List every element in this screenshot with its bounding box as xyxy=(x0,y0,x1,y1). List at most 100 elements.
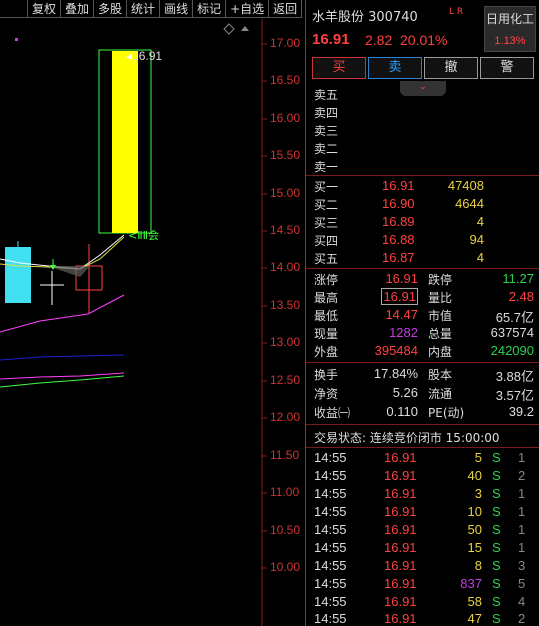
tick-volume: 837 xyxy=(460,576,482,591)
sell-button[interactable]: 卖 xyxy=(368,57,422,79)
stat-value: 2.48 xyxy=(508,289,534,304)
cancel-order-button[interactable]: 撤 xyxy=(424,57,478,79)
tick-time: 14:55 xyxy=(314,504,347,519)
tick-time: 14:55 xyxy=(314,540,347,555)
sector-box[interactable]: 日用化工 1.13% xyxy=(484,6,536,52)
collapse-tab[interactable]: ⌄ xyxy=(400,81,446,96)
ask3-label: 卖三 xyxy=(314,124,339,138)
candle-4[interactable] xyxy=(112,51,138,233)
bid-label: 买四 xyxy=(314,234,339,248)
mark-button[interactable]: 标记 xyxy=(193,0,227,18)
lr-flag: L R xyxy=(449,7,464,17)
last-price: 16.91 xyxy=(312,31,350,48)
statistics-button[interactable]: 统计 xyxy=(127,0,161,18)
stat-label: 现量 xyxy=(314,327,339,341)
candle-1[interactable] xyxy=(5,247,31,303)
kline-svg[interactable] xyxy=(0,19,305,626)
tick-count: 4 xyxy=(518,594,526,609)
stat-label: 涨停 xyxy=(314,273,339,287)
axis-label: 12.00 xyxy=(270,410,301,424)
bid-price: 16.88 xyxy=(382,232,415,247)
tick-count: 2 xyxy=(518,468,526,483)
bid-volume: 4644 xyxy=(455,196,484,211)
bid-volume: 4 xyxy=(476,214,484,229)
draw-line-button[interactable]: 画线 xyxy=(160,0,194,18)
bid-price: 16.89 xyxy=(382,214,415,229)
tick-side: S xyxy=(492,558,501,573)
ask4-label: 卖四 xyxy=(314,106,339,120)
bid-volume: 4 xyxy=(476,250,484,265)
axis-label: 11.50 xyxy=(270,448,300,462)
stat-label: 收益㈠ xyxy=(314,406,351,420)
price-change: 2.82 xyxy=(365,32,393,48)
axis-label: 13.00 xyxy=(270,335,301,349)
high-price-label: ◂16.91 xyxy=(126,49,163,63)
back-button[interactable]: 返回 xyxy=(269,0,303,18)
tick-count: 1 xyxy=(518,540,526,555)
price-change-pct: 20.01% xyxy=(400,32,448,48)
tick-price: 16.91 xyxy=(384,611,417,626)
tick-volume: 15 xyxy=(467,540,482,555)
divider xyxy=(306,362,539,363)
tick-price: 16.91 xyxy=(384,468,417,483)
bid-price: 16.87 xyxy=(382,250,415,265)
chart-annotation: <ⅡⅡ会 xyxy=(128,229,160,242)
axis-label: 13.50 xyxy=(270,298,301,312)
tick-time: 14:55 xyxy=(314,522,347,537)
multi-stock-button[interactable]: 多股 xyxy=(94,0,128,18)
bid-volume: 47408 xyxy=(447,178,484,193)
sector-name: 日用化工 xyxy=(485,12,534,26)
tick-side: S xyxy=(492,468,501,483)
stat-label: PE(动) xyxy=(428,406,465,420)
trade-status: 交易状态: 连续竞价闭市 15:00:00 xyxy=(314,431,500,445)
tick-count: 2 xyxy=(518,611,526,626)
ask5-label: 卖五 xyxy=(314,88,339,102)
kline-chart[interactable]: ◂16.91 <ⅡⅡ会 17.00 16.50 16.00 15.50 15.0… xyxy=(0,19,305,626)
tick-time: 14:55 xyxy=(314,558,347,573)
tick-volume: 47 xyxy=(467,611,482,626)
stat-value: 242090 xyxy=(490,343,534,358)
axis-label: 16.00 xyxy=(270,111,301,125)
tick-time: 14:55 xyxy=(314,486,347,501)
bid-label: 买五 xyxy=(314,252,339,266)
stat-label: 流通 xyxy=(428,387,453,401)
stat-label: 市值 xyxy=(428,309,453,323)
tick-volume: 5 xyxy=(474,450,482,465)
tick-side: S xyxy=(492,504,501,519)
stat-value: 16.91 xyxy=(385,271,418,286)
tick-side: S xyxy=(492,450,501,465)
axis-label: 17.00 xyxy=(270,36,301,50)
bid-label: 买一 xyxy=(314,180,339,194)
marker-dot xyxy=(15,38,18,41)
sector-pct: 1.13% xyxy=(494,35,526,47)
tick-price: 16.91 xyxy=(384,504,417,519)
ask1-label: 卖一 xyxy=(314,160,339,174)
quote-panel: 水羊股份 300740 L R 日用化工 1.13% 16.91 2.82 20… xyxy=(305,0,539,626)
tick-volume: 58 xyxy=(467,594,482,609)
tick-price: 16.91 xyxy=(384,576,417,591)
add-watchlist-button[interactable]: +自选 xyxy=(226,0,270,18)
divider xyxy=(306,175,539,176)
tick-count: 1 xyxy=(518,486,526,501)
tick-time: 14:55 xyxy=(314,450,347,465)
toolbar-blank xyxy=(0,0,28,18)
stat-value: 11.27 xyxy=(502,271,534,286)
stat-value: 14.47 xyxy=(385,307,418,322)
tick-side: S xyxy=(492,540,501,555)
overlay-button[interactable]: 叠加 xyxy=(61,0,95,18)
alert-button[interactable]: 警 xyxy=(480,57,534,79)
restore-rights-button[interactable]: 复权 xyxy=(28,0,62,18)
divider xyxy=(306,268,539,269)
stat-value: 39.2 xyxy=(508,404,534,419)
tick-price: 16.91 xyxy=(384,486,417,501)
scroll-up-icon[interactable] xyxy=(241,26,249,31)
trade-buttons: 买 卖 撤 警 xyxy=(312,57,534,79)
tick-side: S xyxy=(492,594,501,609)
diamond-icon[interactable] xyxy=(223,23,235,35)
tick-price: 16.91 xyxy=(384,558,417,573)
chevron-down-icon: ⌄ xyxy=(419,82,427,92)
buy-button[interactable]: 买 xyxy=(312,57,366,79)
stat-label: 量比 xyxy=(428,291,453,305)
stat-value: 65.7亿 xyxy=(495,310,534,325)
stat-label: 总量 xyxy=(428,327,453,341)
